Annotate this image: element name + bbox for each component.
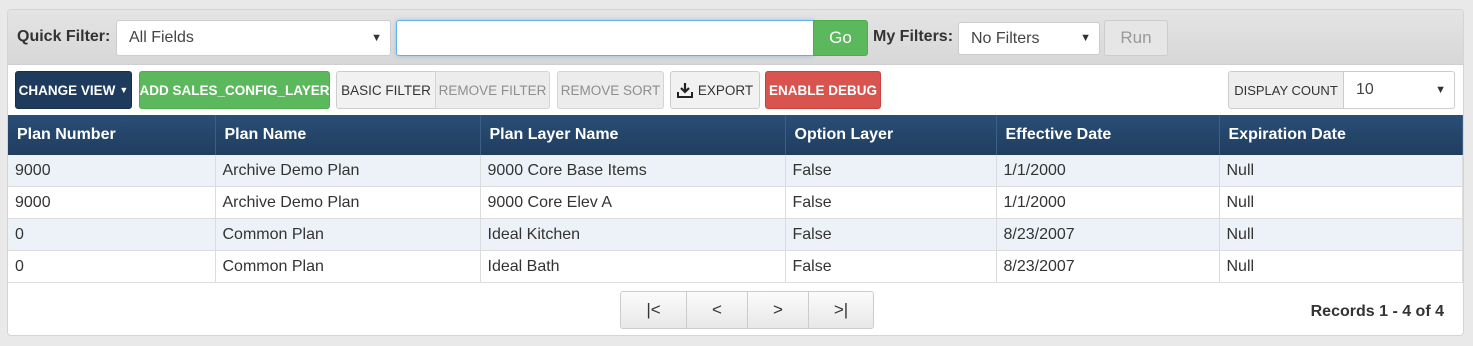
plan-layers-table: Plan Number Plan Name Plan Layer Name Op… xyxy=(8,115,1463,283)
enable-debug-button[interactable]: ENABLE DEBUG xyxy=(765,71,881,109)
table-cell: Ideal Bath xyxy=(480,250,786,283)
table-cell: Null xyxy=(1219,155,1463,187)
table-cell: 9000 xyxy=(8,155,216,187)
remove-filter-button[interactable]: REMOVE FILTER xyxy=(435,71,550,109)
table-cell: 9000 Core Elev A xyxy=(480,186,786,219)
column-header[interactable]: Plan Name xyxy=(215,115,481,155)
table-cell: 1/1/2000 xyxy=(996,186,1220,219)
display-count-label: DISPLAY COUNT xyxy=(1228,71,1344,109)
export-label: EXPORT xyxy=(697,82,754,98)
caret-down-icon: ▼ xyxy=(119,85,129,95)
table-cell: False xyxy=(785,186,997,219)
chevron-down-icon: ▼ xyxy=(1435,84,1446,96)
table-cell: 1/1/2000 xyxy=(996,155,1220,187)
chevron-down-icon: ▼ xyxy=(371,32,382,44)
table-row[interactable]: 9000 Archive Demo Plan 9000 Core Elev A … xyxy=(8,186,1463,219)
table-cell: Archive Demo Plan xyxy=(215,186,481,219)
column-header[interactable]: Plan Layer Name xyxy=(480,115,786,155)
next-page-button[interactable]: > xyxy=(748,292,809,328)
table-cell: 8/23/2007 xyxy=(996,250,1220,283)
table-row[interactable]: 0 Common Plan Ideal Kitchen False 8/23/2… xyxy=(8,218,1463,251)
records-count: Records 1 - 4 of 4 xyxy=(1310,303,1444,320)
quick-filter-field-value: All Fields xyxy=(129,29,194,46)
filter-bar: Quick Filter: All Fields ▼ Go My Filters… xyxy=(8,10,1463,65)
quick-filter-field-select[interactable]: All Fields ▼ xyxy=(116,20,391,56)
table-cell: Null xyxy=(1219,186,1463,219)
change-view-label: CHANGE VIEW xyxy=(18,82,116,98)
table-cell: False xyxy=(785,155,997,187)
table-cell: 9000 Core Base Items xyxy=(480,155,786,187)
basic-filter-button[interactable]: BASIC FILTER xyxy=(336,71,436,109)
go-button[interactable]: Go xyxy=(813,20,868,56)
quick-filter-label: Quick Filter: xyxy=(17,28,111,45)
quick-filter-search-input[interactable] xyxy=(396,20,814,56)
column-header[interactable]: Plan Number xyxy=(8,115,216,155)
table-cell: Null xyxy=(1219,250,1463,283)
table-header-row: Plan Number Plan Name Plan Layer Name Op… xyxy=(8,115,1463,155)
change-view-button[interactable]: CHANGE VIEW ▼ xyxy=(15,71,132,109)
export-button[interactable]: EXPORT xyxy=(670,71,760,109)
table-cell: Archive Demo Plan xyxy=(215,155,481,187)
remove-sort-button[interactable]: REMOVE SORT xyxy=(557,71,664,109)
display-count-select[interactable]: 10 ▼ xyxy=(1343,71,1455,109)
table-cell: 0 xyxy=(8,250,216,283)
table-cell: 8/23/2007 xyxy=(996,218,1220,251)
table-cell: 0 xyxy=(8,218,216,251)
grid-panel: Quick Filter: All Fields ▼ Go My Filters… xyxy=(7,9,1464,336)
table-cell: Ideal Kitchen xyxy=(480,218,786,251)
run-button[interactable]: Run xyxy=(1104,20,1168,56)
display-count-value: 10 xyxy=(1356,81,1374,98)
table-cell: False xyxy=(785,218,997,251)
prev-page-button[interactable]: < xyxy=(687,292,748,328)
my-filters-label: My Filters: xyxy=(873,28,954,45)
download-icon xyxy=(676,82,693,98)
add-sales-config-layer-button[interactable]: ADD SALES_CONFIG_LAYER xyxy=(139,71,330,109)
table-cell: Null xyxy=(1219,218,1463,251)
column-header[interactable]: Effective Date xyxy=(996,115,1220,155)
table-row[interactable]: 0 Common Plan Ideal Bath False 8/23/2007… xyxy=(8,250,1463,283)
my-filters-value: No Filters xyxy=(971,30,1040,47)
table-cell: False xyxy=(785,250,997,283)
my-filters-select[interactable]: No Filters ▼ xyxy=(958,22,1100,55)
table-row[interactable]: 9000 Archive Demo Plan 9000 Core Base It… xyxy=(8,155,1463,187)
column-header[interactable]: Option Layer xyxy=(785,115,997,155)
last-page-button[interactable]: >| xyxy=(809,292,873,328)
chevron-down-icon: ▼ xyxy=(1080,32,1091,44)
column-header[interactable]: Expiration Date xyxy=(1219,115,1463,155)
first-page-button[interactable]: |< xyxy=(621,292,687,328)
table-cell: Common Plan xyxy=(215,250,481,283)
pagination: |< < > >| xyxy=(620,291,874,329)
table-cell: 9000 xyxy=(8,186,216,219)
table-cell: Common Plan xyxy=(215,218,481,251)
